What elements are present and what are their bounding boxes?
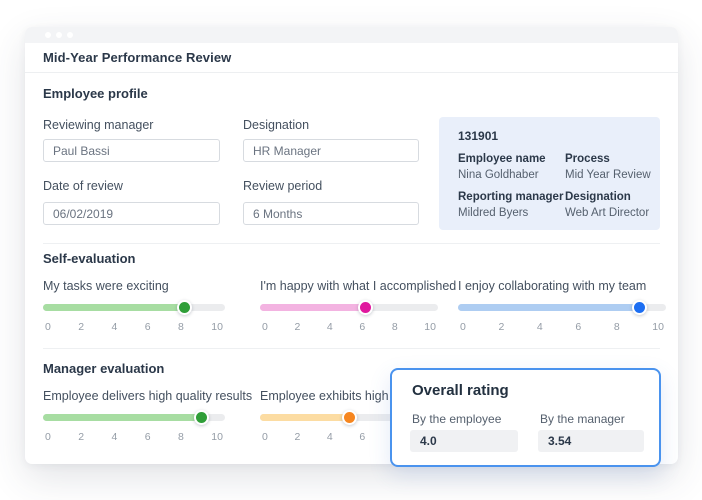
tick-label: 2: [294, 431, 301, 443]
tick-label: 0: [45, 431, 51, 443]
slider-thumb[interactable]: [176, 300, 192, 315]
tick-label: 10: [424, 321, 436, 333]
slider-tick-labels: 0 2 4 6 8 10: [458, 321, 666, 333]
tick-label: 4: [326, 431, 333, 443]
reviewing-manager-input[interactable]: [43, 139, 220, 162]
slider-fill: [458, 304, 640, 311]
designation-label: Designation: [243, 118, 310, 132]
reporting-manager-value: Mildred Byers: [458, 207, 529, 219]
review-period-label: Review period: [243, 179, 323, 193]
self-evaluation-heading: Self-evaluation: [43, 251, 136, 266]
summary-designation-label: Designation: [565, 191, 631, 203]
employee-name-value: Nina Goldhaber: [458, 169, 539, 181]
slider-tick-labels: 0 2 4 6 8 10: [43, 431, 225, 443]
tick-label: 6: [359, 321, 366, 333]
rating-by-employee-label: By the employee: [412, 412, 502, 426]
slider-track[interactable]: [43, 300, 225, 315]
tick-label: 2: [294, 321, 301, 333]
slider-tick-labels: 0 2 4 6 8 10: [260, 321, 438, 333]
tick-label: 4: [111, 431, 118, 443]
self-eval-slider-tasks: My tasks were exciting 0 2 4 6 8 10: [43, 273, 225, 337]
employee-summary-card: 131901 Employee name Nina Goldhaber Proc…: [439, 117, 660, 230]
window-dot-icon: [56, 32, 62, 38]
tick-label: 6: [359, 431, 366, 443]
overall-rating-panel: Overall rating By the employee 4.0 By th…: [390, 368, 661, 467]
window-titlebar: [25, 27, 678, 43]
tick-label: 4: [326, 321, 333, 333]
slider-fill: [260, 304, 366, 311]
slider-thumb[interactable]: [341, 410, 357, 425]
slider-label: I'm happy with what I accomplished: [260, 279, 457, 293]
tick-label: 0: [262, 431, 268, 443]
review-period-input[interactable]: [243, 202, 419, 225]
tick-label: 0: [45, 321, 51, 333]
tick-label: 8: [391, 321, 398, 333]
tick-label: 6: [575, 321, 582, 333]
form-title: Mid-Year Performance Review: [43, 50, 232, 65]
manager-evaluation-heading: Manager evaluation: [43, 361, 165, 376]
rating-slider[interactable]: 0 2 4 6 8 10: [458, 300, 666, 333]
tick-label: 8: [178, 431, 184, 443]
employee-id: 131901: [458, 129, 499, 143]
tick-label: 10: [211, 321, 223, 333]
window-dot-icon: [45, 32, 51, 38]
slider-thumb[interactable]: [357, 300, 373, 315]
rating-by-employee-value: 4.0: [410, 430, 518, 452]
employee-profile-heading: Employee profile: [43, 86, 148, 101]
self-eval-slider-collaboration: I enjoy collaborating with my team 0 2 4 6 8…: [458, 273, 666, 337]
slider-fill: [260, 414, 349, 421]
slider-track[interactable]: [43, 410, 225, 425]
tick-label: 4: [111, 321, 118, 333]
reporting-manager-label: Reporting manager: [458, 191, 564, 203]
reviewing-manager-label: Reviewing manager: [43, 118, 154, 132]
summary-designation-value: Web Art Director: [565, 207, 650, 219]
slider-track[interactable]: [458, 300, 666, 315]
slider-label: Employee exhibits high le: [260, 389, 402, 403]
section-divider: [43, 243, 660, 244]
slider-label: Employee delivers high quality results: [43, 389, 253, 403]
slider-fill: [43, 304, 185, 311]
slider-fill: [43, 414, 202, 421]
slider-label: I enjoy collaborating with my team: [458, 279, 647, 293]
rating-by-manager-label: By the manager: [540, 412, 625, 426]
slider-track[interactable]: [260, 300, 438, 315]
tick-label: 6: [144, 431, 151, 443]
designation-input[interactable]: [243, 139, 419, 162]
employee-name-label: Employee name: [458, 153, 546, 165]
tick-label: 0: [262, 321, 268, 333]
slider-tick-labels: 0 2 4 6 8 10: [43, 321, 225, 333]
tick-label: 4: [536, 321, 543, 333]
self-eval-slider-happy: I'm happy with what I accomplished 0 2 4 6 8…: [260, 273, 456, 337]
tick-label: 10: [211, 431, 223, 443]
date-of-review-input[interactable]: [43, 202, 220, 225]
tick-label: 8: [178, 321, 184, 333]
page: Mid-Year Performance Review Employee pro…: [0, 0, 702, 500]
section-divider: [43, 348, 660, 349]
date-of-review-label: Date of review: [43, 179, 123, 193]
tick-label: 2: [78, 321, 85, 333]
tick-label: 2: [78, 431, 85, 443]
slider-label: My tasks were exciting: [43, 279, 169, 293]
tick-label: 8: [613, 321, 620, 333]
tick-label: 0: [460, 321, 466, 333]
rating-slider[interactable]: 0 2 4 6 8 10: [43, 410, 225, 443]
process-value: Mid Year Review: [565, 169, 651, 181]
slider-thumb[interactable]: [193, 410, 209, 425]
overall-rating-title: Overall rating: [412, 382, 509, 399]
tick-label: 6: [144, 321, 151, 333]
rating-slider[interactable]: 0 2 4 6 8 10: [260, 300, 438, 333]
tick-label: 10: [652, 321, 664, 333]
tick-label: 2: [498, 321, 505, 333]
slider-thumb[interactable]: [632, 300, 648, 315]
rating-slider[interactable]: 0 2 4 6 8 10: [43, 300, 225, 333]
form-header: Mid-Year Performance Review: [25, 43, 678, 73]
rating-by-manager-value: 3.54: [538, 430, 644, 452]
process-label: Process: [565, 153, 610, 165]
manager-eval-slider-quality: Employee delivers high quality results 0…: [43, 383, 252, 447]
window-dot-icon: [67, 32, 73, 38]
